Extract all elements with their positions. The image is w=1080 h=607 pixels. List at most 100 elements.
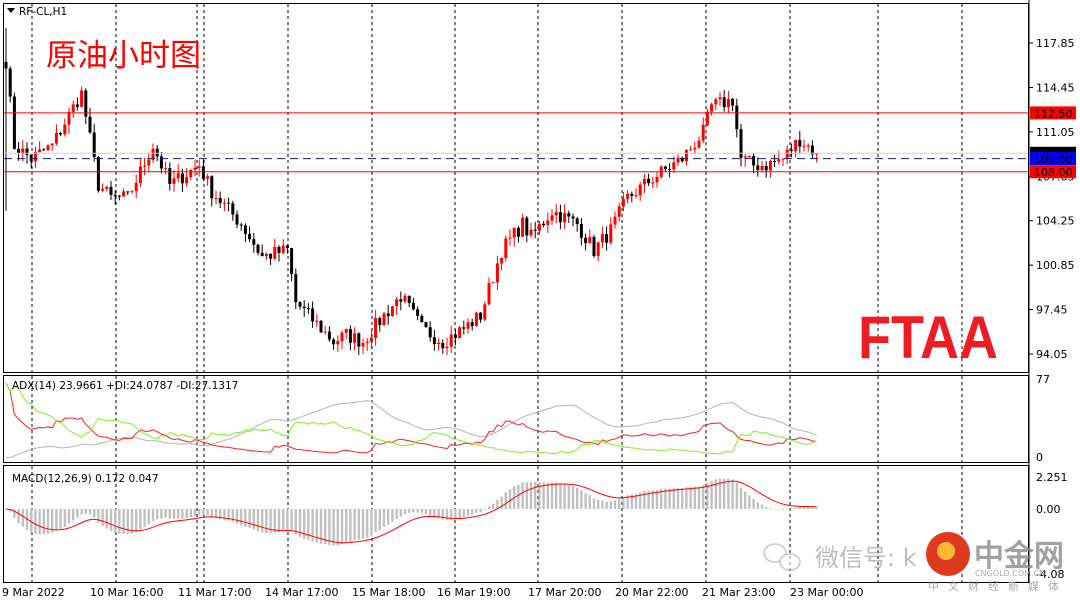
macd-bar <box>475 509 478 513</box>
macd-bar <box>693 486 696 509</box>
macd-bar <box>336 509 339 546</box>
macd-bar <box>340 509 344 544</box>
macd-bar <box>723 478 726 509</box>
macd-bar <box>76 509 79 518</box>
macd-bar <box>391 509 394 522</box>
candle-bull <box>67 111 71 125</box>
candle-bull <box>638 184 642 196</box>
macd-bar <box>668 488 671 509</box>
macd-bar <box>412 509 415 513</box>
macd-bar <box>454 509 457 520</box>
macd-bar <box>332 509 335 546</box>
candle-bull <box>382 313 386 326</box>
candle-bear <box>722 97 726 108</box>
candle-bull <box>806 145 810 147</box>
time-tick-label: 14 Mar 17:00 <box>265 586 338 599</box>
macd-bar <box>252 509 255 530</box>
macd-bar <box>731 479 734 509</box>
time-tick-label: 23 Mar 00:00 <box>790 586 863 599</box>
macd-bar <box>34 509 37 534</box>
candle-bull <box>105 186 109 189</box>
macd-bar <box>613 500 617 509</box>
macd-bar <box>584 493 587 509</box>
candle-bull <box>508 237 512 239</box>
macd-bar <box>466 509 470 516</box>
candle-bear <box>630 193 634 196</box>
macd-bar <box>462 509 465 518</box>
trading-chart[interactable]: 117.85114.45111.05107.65104.25100.8597.4… <box>0 0 1080 603</box>
candle-bull <box>197 166 201 168</box>
macd-bar <box>471 509 474 515</box>
macd-bar <box>408 509 411 513</box>
candle-bear <box>579 224 583 238</box>
candle-bear <box>789 149 793 151</box>
macd-bar <box>697 486 701 509</box>
time-tick-label: 16 Mar 19:00 <box>437 586 510 599</box>
candle-bear <box>399 299 403 302</box>
macd-bar <box>618 498 621 509</box>
candle-bear <box>8 68 12 97</box>
candle-bull <box>693 147 697 150</box>
candle-bear <box>567 213 571 217</box>
candle-bull <box>500 257 504 264</box>
macd-bar <box>546 482 549 509</box>
macd-bar <box>727 478 730 509</box>
candle-bull <box>777 159 781 162</box>
candle-bear <box>663 166 667 169</box>
macd-bar <box>685 487 688 509</box>
candle-bull <box>101 188 105 191</box>
macd-bar <box>525 482 528 509</box>
macd-bar <box>798 507 801 509</box>
candle-bull <box>655 176 659 183</box>
macd-bar <box>811 507 814 509</box>
macd-bar <box>105 509 108 529</box>
candle-bull <box>609 224 613 243</box>
candle-bull <box>206 176 210 179</box>
macd-bar <box>374 509 377 533</box>
candle-bull <box>147 159 151 166</box>
candle-bear <box>42 149 46 151</box>
candle-bull <box>315 320 319 322</box>
candle-bull <box>747 156 751 158</box>
time-tick-label: 20 Mar 22:00 <box>615 586 688 599</box>
candle-bull <box>794 140 798 151</box>
candle-bear <box>525 217 529 236</box>
candle-bear <box>109 186 113 195</box>
macd-bar <box>206 509 209 516</box>
candle-bull <box>626 193 630 199</box>
macd-bar <box>802 506 806 509</box>
candle-bear <box>764 166 768 171</box>
candle-bear <box>201 166 205 179</box>
time-tick-label: 21 Mar 23:00 <box>702 586 775 599</box>
candle-bull <box>38 149 42 153</box>
macd-bar <box>324 509 327 545</box>
candle-bear <box>306 308 310 310</box>
macd-bar <box>487 506 491 509</box>
candle-bull <box>281 245 285 253</box>
candle-bull <box>483 304 487 320</box>
macd-bar <box>555 482 558 509</box>
macd-bar <box>42 509 45 535</box>
macd-bar <box>395 509 398 519</box>
macd-bar <box>361 509 365 539</box>
candle-bull <box>374 318 378 338</box>
macd-bar <box>794 507 797 509</box>
macd-bar <box>458 509 461 519</box>
macd-bar <box>592 498 596 509</box>
macd-bar <box>101 509 104 527</box>
macd-bar <box>55 509 58 531</box>
candle-bear <box>584 237 588 244</box>
adx-label: ADX(14) 23.9661 +DI:24.0787 -DI:27.1317 <box>12 380 238 392</box>
macd-bar <box>689 487 692 509</box>
candle-bear <box>25 148 29 155</box>
candle-bear <box>168 168 172 184</box>
candle-bear <box>571 216 575 219</box>
macd-bar <box>189 509 192 518</box>
macd-bar <box>366 509 369 538</box>
macd-bar <box>492 503 495 509</box>
candle-bear <box>88 116 92 133</box>
time-tick-label: 11 Mar 17:00 <box>178 586 251 599</box>
candle-bull <box>474 312 478 327</box>
macd-bar <box>643 491 646 509</box>
candle-bull <box>189 169 193 178</box>
